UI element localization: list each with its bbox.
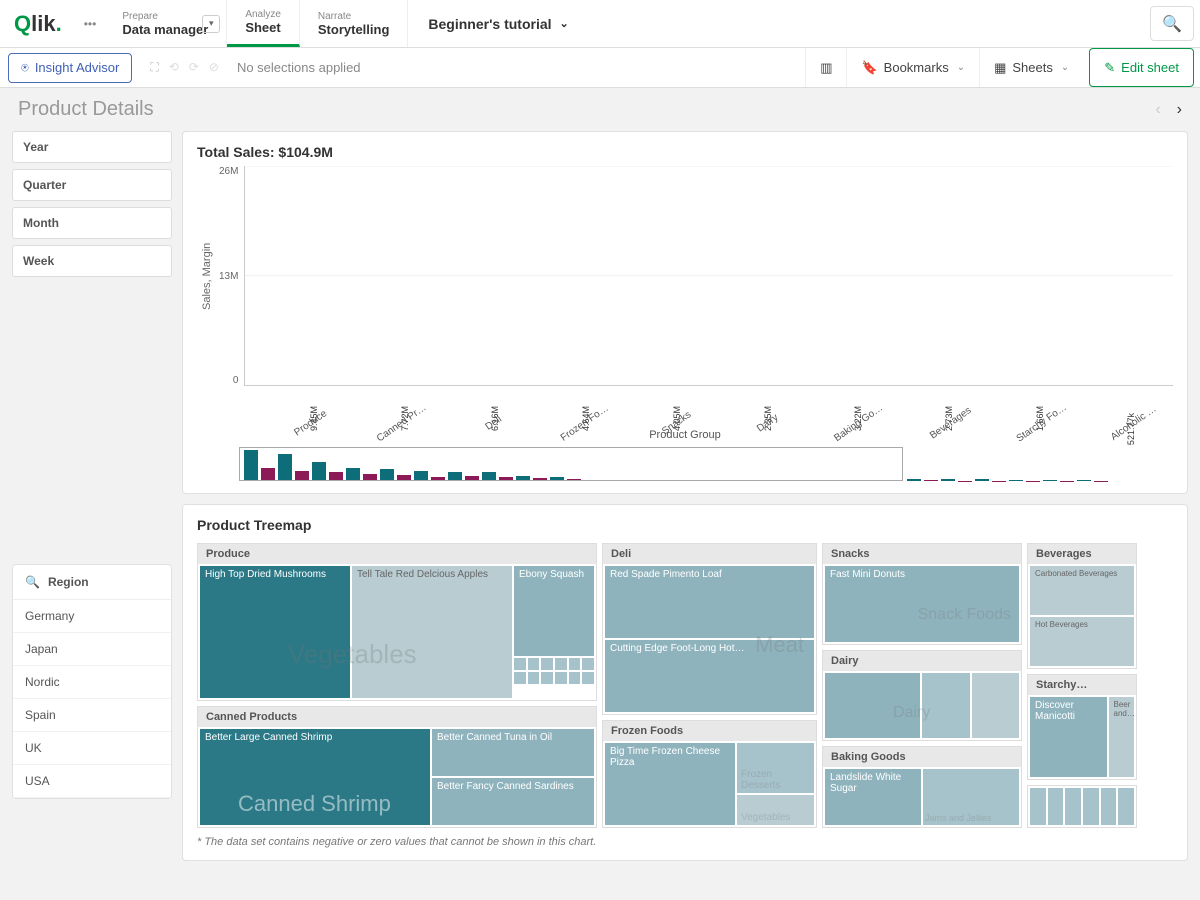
chart-title: Total Sales: $104.9M [197, 144, 1173, 160]
tm-cell[interactable]: Tell Tale Red Delcious Apples [352, 566, 512, 698]
sheets-dropdown[interactable]: ▦ Sheets⌄ [979, 48, 1083, 87]
tm-cell[interactable]: Discover Manicotti [1030, 697, 1107, 776]
filter-panel: Year Quarter Month Week [12, 131, 172, 494]
tm-group-starchy[interactable]: Starchy… Discover ManicottiBeer and… [1027, 674, 1137, 779]
filter-year[interactable]: Year [12, 131, 172, 163]
tm-group-dairy[interactable]: Dairy Dairy [822, 650, 1022, 742]
sales-chart-card: Total Sales: $104.9M Sales, Margin 26M 1… [182, 131, 1188, 494]
tm-cell[interactable]: Fast Mini Donuts [825, 566, 1019, 642]
tm-cell[interactable]: Better Fancy Canned Sardines [432, 778, 594, 825]
tm-group-beverages[interactable]: Beverages Carbonated BeveragesHot Bevera… [1027, 543, 1137, 669]
insight-advisor-button[interactable]: ⍟ Insight Advisor [8, 53, 132, 83]
chevron-down-icon: ⌄ [560, 17, 569, 30]
y-axis-ticks: 26M 13M 0 [213, 166, 244, 386]
filter-week[interactable]: Week [12, 245, 172, 277]
treemap[interactable]: Produce High Top Dried Mushrooms Ebony S… [197, 543, 1173, 828]
tm-cell[interactable]: Beer and… [1109, 697, 1135, 776]
tab-small: Prepare [122, 11, 208, 22]
tm-cell[interactable]: Vegetables [737, 795, 814, 825]
bookmark-icon: 🔖 [861, 60, 877, 76]
toolbar: ⍟ Insight Advisor ⛶ ⟲ ⟳ ⊘ No selections … [0, 48, 1200, 88]
edit-sheet-button[interactable]: ✎ Edit sheet [1089, 48, 1194, 87]
app-title-dropdown[interactable]: Beginner's tutorial⌄ [408, 0, 588, 47]
region-item[interactable]: UK [13, 732, 171, 765]
tm-cell[interactable]: Ebony Squash [514, 566, 594, 656]
clear-selections-icon[interactable]: ⊘ [209, 60, 219, 75]
more-icon[interactable]: ••• [76, 0, 105, 47]
tm-cell[interactable]: Carbonated Beverages [1030, 566, 1134, 615]
selections-tool-icon[interactable]: ▥ [805, 48, 846, 87]
app-header: Qlik. ••• Prepare Data manager ▾ Analyze… [0, 0, 1200, 48]
treemap-footnote: * The data set contains negative or zero… [197, 836, 1173, 848]
smart-select-icon[interactable]: ⛶ [150, 60, 158, 75]
search-icon: 🔍 [25, 575, 40, 589]
page-title: Product Details [18, 98, 154, 121]
tm-cell[interactable]: Frozen Desserts [737, 743, 814, 793]
region-item[interactable]: Spain [13, 699, 171, 732]
chart-minimap-window[interactable] [239, 447, 903, 481]
region-item[interactable]: USA [13, 765, 171, 798]
tm-group-baking[interactable]: Baking Goods Landslide White SugarJams a… [822, 746, 1022, 828]
step-back-icon[interactable]: ⟲ [169, 60, 179, 75]
step-forward-icon[interactable]: ⟳ [189, 60, 199, 75]
region-header[interactable]: 🔍 Region [13, 565, 171, 600]
selections-status: No selections applied [237, 60, 361, 75]
tab-prepare[interactable]: Prepare Data manager ▾ [104, 0, 227, 47]
tm-cell[interactable]: Big Time Frozen Cheese Pizza [605, 743, 735, 825]
tm-group-frozen[interactable]: Frozen Foods Big Time Frozen Cheese Pizz… [602, 720, 817, 828]
region-filter-card: 🔍 Region GermanyJapanNordicSpainUKUSA [12, 564, 172, 799]
bookmarks-dropdown[interactable]: 🔖 Bookmarks⌄ [846, 48, 979, 87]
logo: Qlik. [0, 0, 76, 47]
tm-group-misc[interactable] [1027, 785, 1137, 828]
region-item[interactable]: Germany [13, 600, 171, 633]
selection-tools: ⛶ ⟲ ⟳ ⊘ [140, 60, 229, 75]
tm-cell[interactable]: Cutting Edge Foot-Long Hot… [605, 640, 814, 712]
filter-month[interactable]: Month [12, 207, 172, 239]
bar-chart[interactable]: Sales, Margin 26M 13M 0 24.16M9.45M20.52… [197, 166, 1173, 386]
search-button[interactable]: 🔍 [1150, 6, 1194, 41]
tab-analyze[interactable]: Analyze Sheet [227, 0, 300, 47]
tm-group-deli[interactable]: Deli Red Spade Pimento Loaf Cutting Edge… [602, 543, 817, 715]
lightbulb-icon: ⍟ [21, 60, 29, 76]
tm-cell[interactable]: Better Canned Tuna in Oil [432, 729, 594, 776]
next-sheet-icon[interactable]: › [1177, 101, 1182, 119]
search-icon: 🔍 [1162, 14, 1182, 34]
sheets-icon: ▦ [994, 60, 1006, 76]
tab-narrate[interactable]: Narrate Storytelling [300, 0, 409, 47]
y-axis-label: Sales, Margin [197, 166, 213, 386]
filter-quarter[interactable]: Quarter [12, 169, 172, 201]
region-list: GermanyJapanNordicSpainUKUSA [13, 600, 171, 798]
page-title-row: Product Details ‹ › [0, 88, 1200, 131]
pencil-icon: ✎ [1104, 60, 1115, 76]
tm-group-snacks[interactable]: Snacks Fast Mini Donuts Snack Foods [822, 543, 1022, 645]
tm-group-canned[interactable]: Canned Products Better Large Canned Shri… [197, 706, 597, 828]
tab-main: Data manager [122, 22, 208, 37]
tm-small-cells[interactable] [514, 658, 594, 698]
tm-cell[interactable]: Better Large Canned Shrimp [200, 729, 430, 825]
chevron-down-icon[interactable]: ▾ [202, 15, 220, 33]
prev-sheet-icon[interactable]: ‹ [1155, 101, 1160, 119]
tm-cell[interactable]: Landslide White Sugar [825, 769, 921, 825]
treemap-title: Product Treemap [197, 517, 1173, 533]
region-item[interactable]: Nordic [13, 666, 171, 699]
tm-cell[interactable]: High Top Dried Mushrooms [200, 566, 350, 698]
tm-group-produce[interactable]: Produce High Top Dried Mushrooms Ebony S… [197, 543, 597, 701]
tm-cell[interactable]: Hot Beverages [1030, 617, 1134, 666]
treemap-card: Product Treemap Produce High Top Dried M… [182, 504, 1188, 861]
region-item[interactable]: Japan [13, 633, 171, 666]
tm-cell[interactable]: Red Spade Pimento Loaf [605, 566, 814, 638]
